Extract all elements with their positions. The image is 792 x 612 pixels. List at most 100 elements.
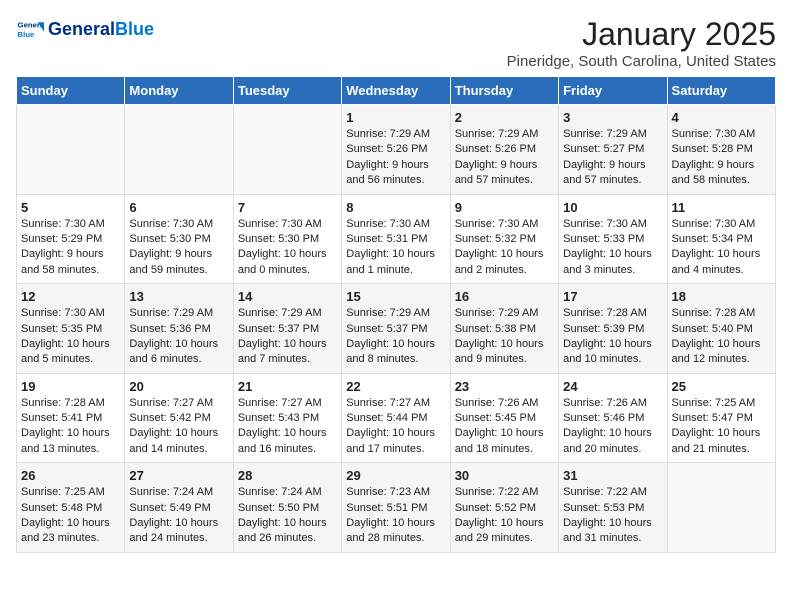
day-number: 12: [21, 289, 120, 304]
calendar-cell: 26 Sunrise: 7:25 AM Sunset: 5:48 PM Dayli…: [17, 463, 125, 553]
day-number: 6: [129, 200, 228, 215]
day-info: Sunrise: 7:29 AM Sunset: 5:37 PM Dayligh…: [346, 306, 445, 368]
day-info: Sunrise: 7:28 AM Sunset: 5:39 PM Dayligh…: [563, 306, 662, 368]
day-number: 16: [455, 289, 554, 304]
logo-text: GeneralBlue: [48, 20, 154, 40]
day-info: Sunrise: 7:30 AM Sunset: 5:33 PM Dayligh…: [563, 217, 662, 279]
calendar-cell: 30Sunrise: 7:22 AM Sunset: 5:52 PM Dayli…: [450, 463, 558, 553]
logo-icon: General Blue: [16, 16, 44, 44]
day-number: 17: [563, 289, 662, 304]
col-tuesday: Tuesday: [233, 77, 341, 105]
day-info: Sunrise: 7:30 AM Sunset: 5:32 PM Dayligh…: [455, 217, 554, 279]
day-number: 7: [238, 200, 337, 215]
day-info: Sunrise: 7:29 AM Sunset: 5:26 PM Dayligh…: [455, 127, 554, 189]
day-info: Sunrise: 7:25 AM Sunset: 5:48 PM Dayligh…: [21, 485, 120, 547]
day-info: Sunrise: 7:29 AM Sunset: 5:38 PM Dayligh…: [455, 306, 554, 368]
main-title: January 2025: [507, 16, 776, 53]
day-number: 31: [563, 468, 662, 483]
day-info: Sunrise: 7:29 AM Sunset: 5:37 PM Dayligh…: [238, 306, 337, 368]
day-number: 26: [21, 468, 120, 483]
calendar-cell: 22 Sunrise: 7:27 AM Sunset: 5:44 PM Dayli…: [342, 373, 450, 463]
day-info: Sunrise: 7:29 AM Sunset: 5:36 PM Dayligh…: [129, 306, 228, 368]
calendar-cell: 1Sunrise: 7:29 AM Sunset: 5:26 PM Daylig…: [342, 105, 450, 195]
calendar-cell: 8Sunrise: 7:30 AM Sunset: 5:31 PM Daylig…: [342, 194, 450, 284]
logo: General Blue GeneralBlue: [16, 16, 154, 44]
day-number: 13: [129, 289, 228, 304]
calendar-cell: 9 Sunrise: 7:30 AM Sunset: 5:32 PM Daylig…: [450, 194, 558, 284]
day-info: Sunrise: 7:29 AM Sunset: 5:26 PM Dayligh…: [346, 127, 445, 189]
calendar-cell: 19 Sunrise: 7:28 AM Sunset: 5:41 PM Dayli…: [17, 373, 125, 463]
day-info: Sunrise: 7:27 AM Sunset: 5:44 PM Dayligh…: [346, 396, 445, 458]
calendar-cell: 20 Sunrise: 7:27 AM Sunset: 5:42 PM Dayli…: [125, 373, 233, 463]
subtitle: Pineridge, South Carolina, United States: [507, 53, 776, 70]
calendar-cell: 11 Sunrise: 7:30 AM Sunset: 5:34 PM Dayli…: [667, 194, 775, 284]
calendar-week-row: 12 Sunrise: 7:30 AM Sunset: 5:35 PM Dayli…: [17, 284, 776, 374]
calendar-cell: 18Sunrise: 7:28 AM Sunset: 5:40 PM Dayli…: [667, 284, 775, 374]
day-info: Sunrise: 7:30 AM Sunset: 5:34 PM Dayligh…: [672, 217, 771, 279]
day-info: Sunrise: 7:30 AM Sunset: 5:31 PM Dayligh…: [346, 217, 445, 279]
day-info: Sunrise: 7:27 AM Sunset: 5:43 PM Dayligh…: [238, 396, 337, 458]
day-number: 21: [238, 379, 337, 394]
day-info: Sunrise: 7:30 AM Sunset: 5:35 PM Dayligh…: [21, 306, 120, 368]
header: General Blue GeneralBlue January 2025 Pi…: [16, 16, 776, 70]
day-info: Sunrise: 7:30 AM Sunset: 5:30 PM Dayligh…: [238, 217, 337, 279]
calendar-cell: 5Sunrise: 7:30 AM Sunset: 5:29 PM Daylig…: [17, 194, 125, 284]
col-thursday: Thursday: [450, 77, 558, 105]
day-info: Sunrise: 7:30 AM Sunset: 5:28 PM Dayligh…: [672, 127, 771, 189]
day-number: 11: [672, 200, 771, 215]
calendar-cell: 14 Sunrise: 7:29 AM Sunset: 5:37 PM Dayli…: [233, 284, 341, 374]
calendar-cell: 7 Sunrise: 7:30 AM Sunset: 5:30 PM Daylig…: [233, 194, 341, 284]
day-info: Sunrise: 7:29 AM Sunset: 5:27 PM Dayligh…: [563, 127, 662, 189]
day-info: Sunrise: 7:27 AM Sunset: 5:42 PM Dayligh…: [129, 396, 228, 458]
calendar-week-row: 1Sunrise: 7:29 AM Sunset: 5:26 PM Daylig…: [17, 105, 776, 195]
day-info: Sunrise: 7:30 AM Sunset: 5:29 PM Dayligh…: [21, 217, 120, 279]
calendar-header: Sunday Monday Tuesday Wednesday Thursday…: [17, 77, 776, 105]
calendar-cell: 10Sunrise: 7:30 AM Sunset: 5:33 PM Dayli…: [559, 194, 667, 284]
day-info: Sunrise: 7:24 AM Sunset: 5:49 PM Dayligh…: [129, 485, 228, 547]
calendar-cell: 25 Sunrise: 7:25 AM Sunset: 5:47 PM Dayli…: [667, 373, 775, 463]
calendar-cell: 15 Sunrise: 7:29 AM Sunset: 5:37 PM Dayli…: [342, 284, 450, 374]
day-info: Sunrise: 7:23 AM Sunset: 5:51 PM Dayligh…: [346, 485, 445, 547]
day-number: 2: [455, 110, 554, 125]
day-number: 19: [21, 379, 120, 394]
title-block: January 2025 Pineridge, South Carolina, …: [507, 16, 776, 70]
calendar-cell: 27 Sunrise: 7:24 AM Sunset: 5:49 PM Dayli…: [125, 463, 233, 553]
day-number: 27: [129, 468, 228, 483]
calendar-cell: [125, 105, 233, 195]
col-wednesday: Wednesday: [342, 77, 450, 105]
calendar-cell: 31Sunrise: 7:22 AM Sunset: 5:53 PM Dayli…: [559, 463, 667, 553]
calendar-cell: 17 Sunrise: 7:28 AM Sunset: 5:39 PM Dayli…: [559, 284, 667, 374]
calendar-table: Sunday Monday Tuesday Wednesday Thursday…: [16, 76, 776, 553]
day-number: 14: [238, 289, 337, 304]
calendar-cell: 23Sunrise: 7:26 AM Sunset: 5:45 PM Dayli…: [450, 373, 558, 463]
logo-text1: General: [48, 19, 115, 39]
calendar-week-row: 26 Sunrise: 7:25 AM Sunset: 5:48 PM Dayli…: [17, 463, 776, 553]
day-number: 9: [455, 200, 554, 215]
calendar-cell: 24 Sunrise: 7:26 AM Sunset: 5:46 PM Dayli…: [559, 373, 667, 463]
day-info: Sunrise: 7:26 AM Sunset: 5:46 PM Dayligh…: [563, 396, 662, 458]
header-row: Sunday Monday Tuesday Wednesday Thursday…: [17, 77, 776, 105]
calendar-body: 1Sunrise: 7:29 AM Sunset: 5:26 PM Daylig…: [17, 105, 776, 553]
col-monday: Monday: [125, 77, 233, 105]
svg-text:Blue: Blue: [18, 30, 36, 39]
day-number: 25: [672, 379, 771, 394]
day-number: 15: [346, 289, 445, 304]
calendar-cell: [667, 463, 775, 553]
calendar-cell: 29Sunrise: 7:23 AM Sunset: 5:51 PM Dayli…: [342, 463, 450, 553]
day-info: Sunrise: 7:28 AM Sunset: 5:40 PM Dayligh…: [672, 306, 771, 368]
calendar-cell: 21 Sunrise: 7:27 AM Sunset: 5:43 PM Dayli…: [233, 373, 341, 463]
calendar-cell: [233, 105, 341, 195]
day-number: 24: [563, 379, 662, 394]
calendar-cell: [17, 105, 125, 195]
day-info: Sunrise: 7:26 AM Sunset: 5:45 PM Dayligh…: [455, 396, 554, 458]
calendar-cell: 16 Sunrise: 7:29 AM Sunset: 5:38 PM Dayli…: [450, 284, 558, 374]
day-info: Sunrise: 7:30 AM Sunset: 5:30 PM Dayligh…: [129, 217, 228, 279]
day-number: 20: [129, 379, 228, 394]
day-info: Sunrise: 7:28 AM Sunset: 5:41 PM Dayligh…: [21, 396, 120, 458]
day-info: Sunrise: 7:25 AM Sunset: 5:47 PM Dayligh…: [672, 396, 771, 458]
calendar-cell: 6 Sunrise: 7:30 AM Sunset: 5:30 PM Daylig…: [125, 194, 233, 284]
calendar-week-row: 5Sunrise: 7:30 AM Sunset: 5:29 PM Daylig…: [17, 194, 776, 284]
calendar-cell: 12 Sunrise: 7:30 AM Sunset: 5:35 PM Dayli…: [17, 284, 125, 374]
day-number: 22: [346, 379, 445, 394]
logo-text2: Blue: [115, 19, 154, 39]
